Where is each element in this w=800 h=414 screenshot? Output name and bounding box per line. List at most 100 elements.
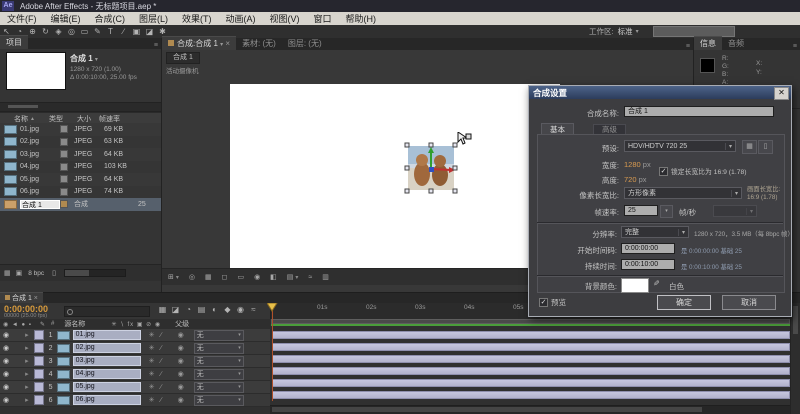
layer-bar[interactable] [272, 379, 790, 387]
col-type[interactable]: 类型 [49, 114, 63, 124]
project-row[interactable]: 06.jpg JPEG 74 KB [0, 185, 161, 198]
layer-bar[interactable] [272, 367, 790, 375]
parent-dropdown[interactable]: 无 ▾ [193, 368, 244, 380]
layer-name[interactable]: 05.jpg [72, 382, 141, 392]
layer-color-chip[interactable] [33, 356, 44, 366]
timeline-button-icon[interactable]: ▥ [322, 273, 329, 281]
tab-footage[interactable]: 素材: (无) [236, 37, 282, 50]
save-preset-button[interactable]: ▦ [742, 140, 757, 154]
dialog-title-bar[interactable]: 合成设置 [529, 86, 791, 99]
layer-row[interactable]: ◉ ▸ 3 03.jpg ✳ ∕ ◉ 无 ▾ [0, 355, 270, 368]
expand-icon[interactable]: ▸ [25, 344, 29, 352]
expand-icon[interactable]: ▸ [25, 357, 29, 365]
layer-color-chip[interactable] [33, 395, 44, 405]
tab-audio[interactable]: 音频 [722, 37, 750, 50]
parent-dropdown[interactable]: 无 ▾ [193, 342, 244, 354]
menu-view[interactable]: 视图(V) [263, 12, 307, 25]
quality-switch-icon[interactable]: ✳ [149, 331, 155, 339]
puppet-pin-tool-icon[interactable]: ✱ [156, 27, 169, 36]
eye-icon[interactable]: ◉ [3, 396, 9, 404]
camera-tool-icon[interactable]: ◈ [52, 27, 65, 36]
grid-options-icon[interactable]: ▦ [205, 273, 212, 281]
playhead-line[interactable] [272, 305, 273, 401]
width-value[interactable]: 1280 px [624, 160, 651, 169]
motion-blur-icon[interactable]: ◐ [208, 305, 221, 314]
timeline-tab[interactable]: 合成 1 × [0, 292, 43, 303]
tab-composition[interactable]: 合成:合成 1 ▾ × [162, 36, 237, 50]
comp-name-input[interactable]: 合成 1 [624, 106, 774, 117]
quality-switch-icon[interactable]: ✳ [149, 396, 155, 404]
fx-switch-icon[interactable]: ∕ [161, 397, 162, 404]
preview-scrub-strip[interactable] [0, 102, 161, 112]
file-name[interactable]: 05.jpg [20, 176, 60, 183]
file-name[interactable]: 01.jpg [20, 126, 60, 133]
tab-info[interactable]: 信息 [694, 36, 722, 50]
safe-guides-icon[interactable]: ◎ [189, 273, 195, 281]
col-source-name[interactable]: 源名称 [64, 319, 85, 329]
expand-icon[interactable]: ▸ [25, 383, 29, 391]
layer-name[interactable]: 01.jpg [72, 330, 141, 340]
fx-switch-icon[interactable]: ∕ [161, 345, 162, 352]
auto-keyframe-icon[interactable]: ◉ [234, 305, 247, 314]
menu-window[interactable]: 窗口 [307, 12, 339, 25]
tab-layer[interactable]: 图层: (无) [282, 37, 328, 50]
menu-layer[interactable]: 图层(L) [132, 12, 175, 25]
eye-icon[interactable]: ◉ [3, 344, 9, 352]
tab-project[interactable]: 项目 [0, 35, 28, 49]
hide-shy-layers-icon[interactable]: ◔ [182, 305, 195, 314]
composition-canvas[interactable] [230, 84, 560, 268]
height-value[interactable]: 720 px [624, 175, 647, 184]
background-color-swatch[interactable] [621, 278, 649, 293]
layer-color-chip[interactable] [33, 369, 44, 379]
brainstorm-icon[interactable]: ◆ [221, 305, 234, 314]
lock-aspect-checkbox[interactable]: ✓ 锁定长宽比为 16:9 (1.78) [659, 166, 747, 176]
expand-icon[interactable]: ▸ [25, 396, 29, 404]
parent-dropdown[interactable]: 无 ▾ [193, 355, 244, 367]
new-folder-icon[interactable]: ▣ [16, 269, 23, 277]
shape-tool-icon[interactable]: ▭ [78, 27, 91, 36]
layer-name[interactable]: 03.jpg [72, 356, 141, 366]
trash-icon[interactable]: ▯ [52, 269, 56, 277]
cancel-button[interactable]: 取消 [722, 295, 776, 310]
duration-input[interactable]: 0:00:10:00 [621, 259, 675, 270]
snapshot-icon[interactable]: ◉ [254, 273, 260, 281]
quality-switch-icon[interactable]: ✳ [149, 357, 155, 365]
selected-layer[interactable] [404, 142, 458, 194]
rotation-tool-icon[interactable]: ↻ [39, 27, 52, 36]
col-parent[interactable]: 父级 [175, 319, 189, 329]
timeline-search-input[interactable] [64, 306, 150, 317]
draft-3d-icon[interactable]: ◪ [169, 305, 182, 314]
graph-editor-icon[interactable]: ≈ [247, 305, 260, 314]
layer-color-chip[interactable] [33, 382, 44, 392]
playhead-marker[interactable] [267, 303, 278, 312]
resolution-menu-icon[interactable]: ▤ [287, 273, 294, 281]
ok-button[interactable]: 确定 [657, 295, 711, 310]
brush-tool-icon[interactable]: ∕ [117, 27, 130, 36]
col-number[interactable]: # [51, 321, 54, 327]
frame-rate-caret-button[interactable]: ▾ [660, 205, 673, 218]
frame-rate-input[interactable]: 25 [624, 205, 658, 216]
layer-name[interactable]: 04.jpg [72, 369, 141, 379]
layer-row[interactable]: ◉ ▸ 5 05.jpg ✳ ∕ ◉ 无 ▾ [0, 381, 270, 394]
fx-switch-icon[interactable]: ∕ [161, 358, 162, 365]
pan-behind-tool-icon[interactable]: ◎ [65, 27, 78, 36]
magnification-menu-icon[interactable]: ⊞ [168, 273, 174, 281]
project-bpc[interactable]: 8 bpc [28, 270, 44, 277]
eraser-tool-icon[interactable]: ◪ [143, 27, 156, 36]
fast-preview-icon[interactable]: ≈ [308, 274, 312, 281]
magnification-caret-icon[interactable]: ▾ [176, 274, 179, 281]
layer-bar[interactable] [272, 343, 790, 351]
col-name[interactable]: 名称 [14, 114, 28, 124]
mask-visibility-icon[interactable]: ◻ [222, 273, 228, 281]
viewer-subtab[interactable]: 合成 1 [166, 52, 200, 64]
scroll-thumb[interactable] [793, 306, 798, 334]
pen-tool-icon[interactable]: ✎ [91, 27, 104, 36]
quality-switch-icon[interactable]: ✳ [149, 383, 155, 391]
transform-icon[interactable]: ◉ [178, 383, 184, 391]
menu-help[interactable]: 帮助(H) [339, 12, 384, 25]
timeline-tab-close-icon[interactable]: × [34, 295, 38, 302]
eye-icon[interactable]: ◉ [3, 370, 9, 378]
menu-animation[interactable]: 动画(A) [219, 12, 263, 25]
project-hscrollbar[interactable] [64, 269, 127, 277]
delete-preset-button[interactable]: ▯ [758, 140, 773, 154]
